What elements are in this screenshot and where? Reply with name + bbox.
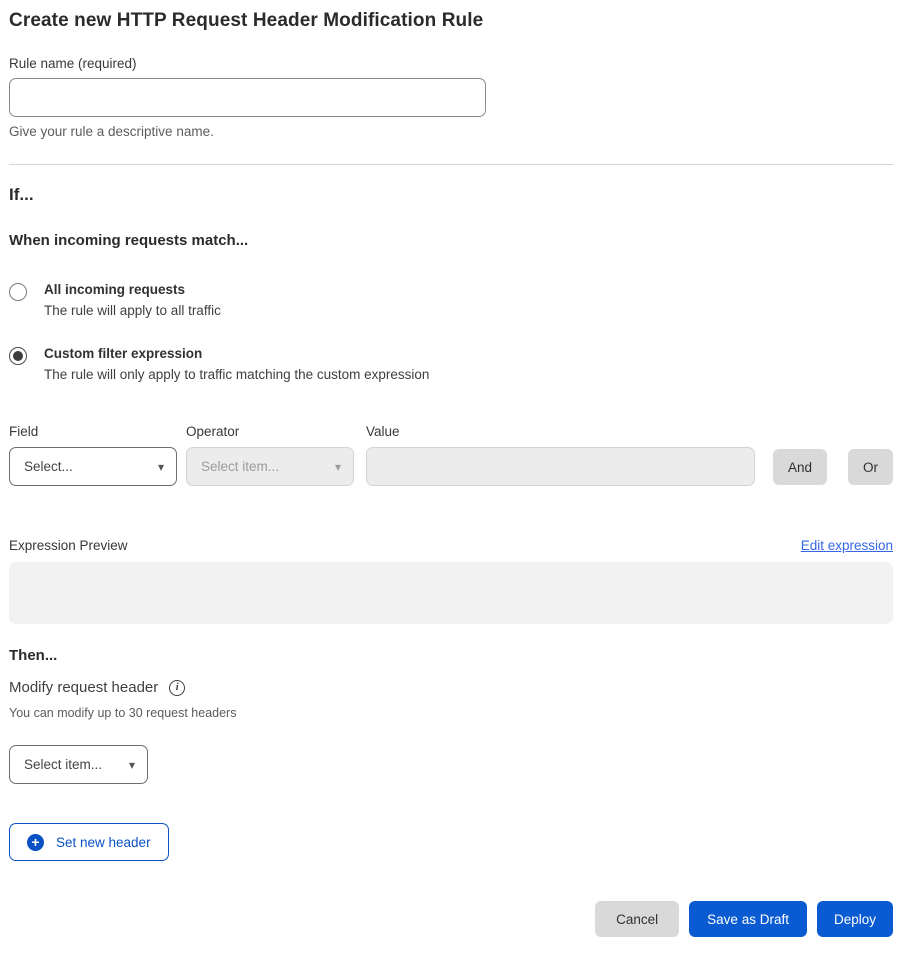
cancel-button[interactable]: Cancel xyxy=(595,901,679,937)
header-action-select-value: Select item... xyxy=(24,757,102,772)
chevron-down-icon: ▾ xyxy=(158,460,164,474)
then-heading: Then... xyxy=(9,647,893,664)
field-select-value: Select... xyxy=(24,459,73,474)
rule-name-input[interactable] xyxy=(9,78,486,117)
save-as-draft-button[interactable]: Save as Draft xyxy=(689,901,807,937)
plus-icon: + xyxy=(27,834,44,851)
modify-request-header-label: Modify request header xyxy=(9,679,158,696)
expression-preview-box xyxy=(9,562,893,624)
expression-builder-row: Field Select... ▾ Operator Select item..… xyxy=(9,424,893,486)
radio-desc-all-requests: The rule will apply to all traffic xyxy=(44,303,221,318)
field-select[interactable]: Select... ▾ xyxy=(9,447,177,486)
operator-select: Select item... ▾ xyxy=(186,447,354,486)
radio-label-custom-expression[interactable]: Custom filter expression xyxy=(44,346,429,361)
value-input xyxy=(366,447,755,486)
rule-name-label: Rule name (required) xyxy=(9,56,893,71)
expression-preview-header: Expression Preview Edit expression xyxy=(9,538,893,553)
if-heading: If... xyxy=(9,185,893,205)
info-icon[interactable]: i xyxy=(169,680,185,696)
radio-option-all-requests[interactable]: All incoming requests The rule will appl… xyxy=(9,282,893,318)
set-new-header-button[interactable]: + Set new header xyxy=(9,823,169,861)
radio-button-selected[interactable] xyxy=(9,347,27,365)
edit-expression-link[interactable]: Edit expression xyxy=(801,538,893,553)
modify-header-help: You can modify up to 30 request headers xyxy=(9,706,893,720)
radio-label-all-requests[interactable]: All incoming requests xyxy=(44,282,221,297)
operator-label: Operator xyxy=(186,424,354,439)
or-button[interactable]: Or xyxy=(848,449,893,485)
chevron-down-icon: ▾ xyxy=(335,460,341,474)
expression-preview-label: Expression Preview xyxy=(9,538,128,553)
radio-button-unselected[interactable] xyxy=(9,283,27,301)
header-action-select[interactable]: Select item... ▾ xyxy=(9,745,148,784)
modify-header-row: Modify request header i xyxy=(9,679,893,696)
page-title: Create new HTTP Request Header Modificat… xyxy=(9,10,893,32)
rule-name-help: Give your rule a descriptive name. xyxy=(9,124,893,139)
radio-desc-custom-expression: The rule will only apply to traffic matc… xyxy=(44,367,429,382)
field-label: Field xyxy=(9,424,177,439)
rule-name-section: Rule name (required) Give your rule a de… xyxy=(9,56,893,139)
set-new-header-label: Set new header xyxy=(56,835,151,850)
radio-option-custom-expression[interactable]: Custom filter expression The rule will o… xyxy=(9,346,893,382)
value-label: Value xyxy=(366,424,755,439)
deploy-button[interactable]: Deploy xyxy=(817,901,893,937)
section-divider xyxy=(9,164,893,165)
operator-select-value: Select item... xyxy=(201,459,279,474)
match-subheading: When incoming requests match... xyxy=(9,232,893,249)
chevron-down-icon: ▾ xyxy=(129,758,135,772)
and-button[interactable]: And xyxy=(773,449,827,485)
footer-actions: Cancel Save as Draft Deploy xyxy=(595,901,893,937)
